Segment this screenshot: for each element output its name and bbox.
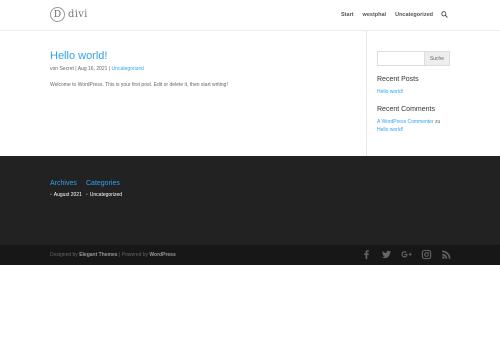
main-nav: Start westphal Uncategorized bbox=[332, 11, 448, 18]
archive-item: • August 2021 bbox=[50, 192, 82, 198]
archives-title: Archives bbox=[50, 180, 77, 187]
archive-link[interactable]: August 2021 bbox=[54, 192, 82, 198]
social-icons bbox=[352, 249, 452, 260]
bullet-icon: • bbox=[50, 192, 52, 198]
main-content: Hello world! von Secret | Aug 16, 2021 |… bbox=[0, 31, 500, 156]
nav-item-start[interactable]: Start bbox=[341, 12, 354, 18]
search-icon[interactable] bbox=[441, 11, 448, 18]
bottom-bar: Designed by Elegant Themes | Powered by … bbox=[0, 245, 500, 265]
google-plus-icon[interactable] bbox=[401, 249, 412, 260]
post-body: Welcome to WordPress. This is your first… bbox=[50, 82, 228, 88]
recent-post-link[interactable]: Hello world! bbox=[377, 89, 403, 95]
post-date: Aug 16, 2021 bbox=[77, 66, 108, 72]
rss-icon[interactable] bbox=[441, 249, 452, 260]
credits-wp-link[interactable]: WordPress bbox=[149, 252, 175, 258]
search-button[interactable]: Suche bbox=[424, 51, 450, 66]
post-meta: von Secret | Aug 16, 2021 | Uncategorize… bbox=[50, 66, 144, 72]
facebook-icon[interactable] bbox=[361, 249, 372, 260]
footer-credits: Designed by Elegant Themes | Powered by … bbox=[50, 252, 176, 258]
comment-author-link[interactable]: A WordPress Commenter bbox=[377, 119, 434, 125]
twitter-icon[interactable] bbox=[381, 249, 392, 260]
site-footer: Archives • August 2021 Categories • Uncate… bbox=[0, 156, 500, 245]
post-author[interactable]: Secret bbox=[59, 66, 73, 72]
logo-text: divi bbox=[68, 9, 88, 20]
nav-item-westphal[interactable]: westphal bbox=[363, 12, 387, 18]
category-item: • Uncategorized bbox=[86, 192, 122, 198]
search-input[interactable] bbox=[377, 51, 425, 66]
post-category[interactable]: Uncategorized bbox=[112, 66, 144, 72]
post-title[interactable]: Hello world! bbox=[50, 50, 107, 62]
categories-title: Categories bbox=[86, 180, 120, 187]
nav-item-uncategorized[interactable]: Uncategorized bbox=[395, 12, 433, 18]
comment-post-link[interactable]: Hello world! bbox=[377, 127, 403, 133]
sidebar-divider bbox=[366, 31, 367, 156]
site-header: D divi Start westphal Uncategorized bbox=[0, 0, 500, 30]
bullet-icon: • bbox=[86, 192, 88, 198]
instagram-icon[interactable] bbox=[421, 249, 432, 260]
site-logo[interactable]: D divi bbox=[50, 7, 88, 22]
recent-comment: A WordPress Commenter zu bbox=[377, 119, 440, 125]
credits-theme-link[interactable]: Elegant Themes bbox=[79, 252, 117, 258]
meta-prefix: von bbox=[50, 66, 59, 72]
credits-sep: | Powered by bbox=[118, 252, 149, 258]
logo-mark: D bbox=[50, 7, 65, 22]
category-link[interactable]: Uncategorized bbox=[90, 192, 122, 198]
recent-posts-title: Recent Posts bbox=[377, 76, 419, 83]
recent-comments-title: Recent Comments bbox=[377, 106, 435, 113]
credits-prefix: Designed by bbox=[50, 252, 78, 258]
comment-on: zu bbox=[434, 119, 441, 125]
